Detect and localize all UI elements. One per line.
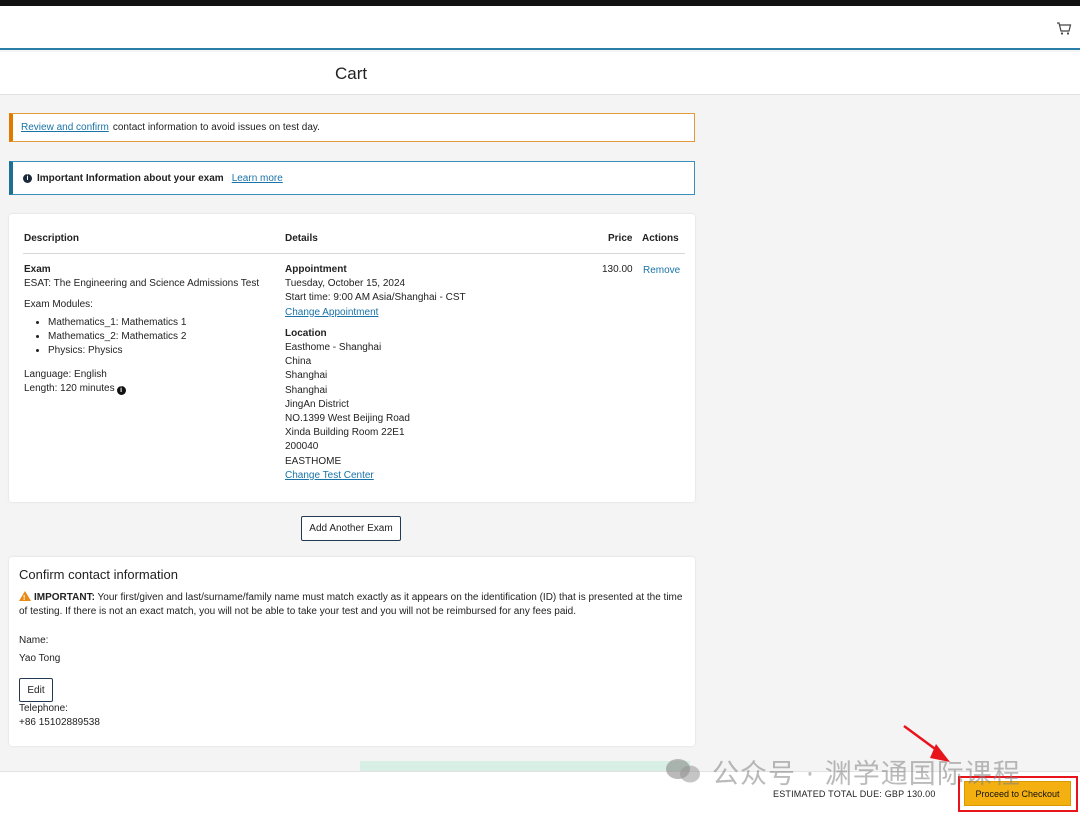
- name-label: Name:: [19, 635, 49, 646]
- cart-icon[interactable]: [1056, 20, 1072, 36]
- length: Length: 120 minutes: [24, 383, 115, 395]
- info-icon: i: [23, 173, 32, 183]
- review-and-confirm-link[interactable]: Review and confirm: [21, 122, 109, 133]
- important-label: IMPORTANT:: [34, 592, 95, 603]
- contact-card: Confirm contact information IMPORTANT: Y…: [9, 557, 695, 746]
- contact-alert-text: contact information to avoid issues on t…: [112, 122, 320, 133]
- table-divider: [23, 253, 685, 254]
- header-details: Details: [285, 233, 318, 244]
- edit-button[interactable]: Edit: [19, 678, 53, 702]
- contact-alert: Review and confirm contact information t…: [9, 113, 695, 142]
- title-bar: Cart: [0, 52, 1080, 95]
- telephone-label: Telephone:: [19, 703, 68, 714]
- item-price: 130.00: [602, 264, 633, 275]
- header: [0, 6, 1080, 50]
- start-time: Start time: 9:00 AM Asia/Shanghai - CST: [285, 292, 466, 304]
- location-line: Shanghai: [285, 384, 328, 396]
- exam-info-alert: i Important Information about your exam …: [9, 161, 695, 195]
- change-appointment-link[interactable]: Change Appointment: [285, 307, 378, 318]
- learn-more-link[interactable]: Learn more: [232, 173, 283, 184]
- contact-title: Confirm contact information: [19, 567, 178, 582]
- telephone-value: +86 15102889538: [19, 717, 100, 728]
- add-another-exam-button[interactable]: Add Another Exam: [301, 516, 401, 541]
- location-line: Shanghai: [285, 370, 328, 382]
- location-line: 200040: [285, 441, 319, 453]
- module-item: Mathematics_1: Mathematics 1: [48, 316, 274, 330]
- cart-table: Description Details Price Actions Exam E…: [9, 214, 695, 502]
- exam-info-text: Important Information about your exam: [37, 172, 224, 184]
- module-item: Physics: Physics: [48, 344, 274, 358]
- item-name: ESAT: The Engineering and Science Admiss…: [24, 278, 260, 290]
- location-line: JingAn District: [285, 398, 349, 410]
- header-actions: Actions: [642, 233, 679, 244]
- change-test-center-link[interactable]: Change Test Center: [285, 470, 374, 481]
- module-item: Mathematics_2: Mathematics 2: [48, 330, 274, 344]
- description-cell: Exam ESAT: The Engineering and Science A…: [24, 263, 274, 397]
- location-line: NO.1399 West Beijing Road: [285, 413, 410, 425]
- info-icon[interactable]: i: [116, 386, 126, 396]
- appointment-label: Appointment: [285, 264, 347, 275]
- location-line: China: [285, 356, 312, 368]
- location-label: Location: [285, 327, 327, 339]
- important-text: Your first/given and last/surname/family…: [19, 592, 683, 617]
- wechat-icon: [666, 759, 700, 783]
- warning-icon: [19, 591, 31, 606]
- page-title: Cart: [335, 64, 368, 83]
- progress-strip: [360, 761, 690, 771]
- header-price: Price: [608, 233, 633, 244]
- appointment-date: Tuesday, October 15, 2024: [285, 278, 406, 290]
- location-line: Easthome - Shanghai: [285, 342, 382, 354]
- language: Language: English: [24, 369, 107, 381]
- location-line: EASTHOME: [285, 455, 342, 467]
- details-cell: Appointment Tuesday, October 15, 2024 St…: [285, 263, 585, 483]
- watermark-text: 公众号 · 渊学通国际课程: [712, 759, 1021, 790]
- location-line: Xinda Building Room 22E1: [285, 427, 405, 439]
- item-type: Exam: [24, 264, 51, 275]
- header-description: Description: [24, 233, 80, 244]
- name-value: Yao Tong: [19, 653, 61, 664]
- modules-list: Mathematics_1: Mathematics 1 Mathematics…: [24, 316, 274, 359]
- remove-link[interactable]: Remove: [643, 264, 680, 278]
- length-row: Length: 120 minutes i: [24, 382, 274, 396]
- important-notice: IMPORTANT: Your first/given and last/sur…: [19, 591, 684, 619]
- modules-label: Exam Modules:: [24, 299, 93, 311]
